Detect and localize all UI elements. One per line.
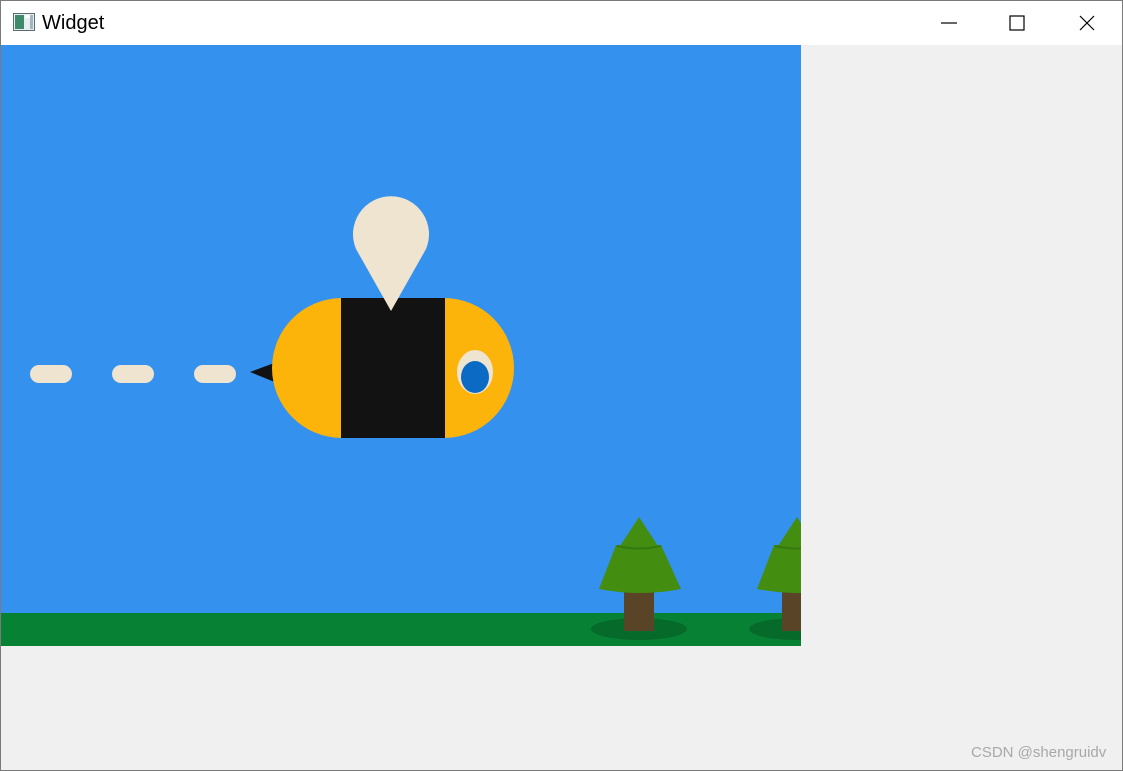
tree [591,517,687,640]
maximize-icon [1009,15,1025,31]
tree-foliage-lower [599,545,681,593]
tree-trunk [624,589,654,631]
game-scene[interactable] [1,45,801,646]
tree-foliage-top [776,517,801,549]
trail-dash [112,365,154,383]
trail-dash [30,365,72,383]
bee-wing [353,196,429,311]
tree-trunk [782,589,801,631]
tree-foliage-top [618,517,660,549]
app-window: Widget CSDN @shengruidv [0,0,1123,771]
close-button[interactable] [1052,1,1122,45]
minimize-icon [941,22,957,24]
window-title: Widget [42,12,105,34]
bee-stripe [341,298,445,438]
watermark: CSDN @shengruidv [971,744,1107,761]
tree-foliage-lower [757,545,801,593]
bee-eye-pupil [461,361,489,393]
title-bar[interactable]: Widget [1,1,1122,45]
scene-canvas [1,196,801,646]
trail-dash [194,365,236,383]
maximize-button[interactable] [982,1,1052,45]
app-window-icon [13,13,35,31]
close-icon [1079,15,1095,31]
minimize-button[interactable] [914,1,984,45]
